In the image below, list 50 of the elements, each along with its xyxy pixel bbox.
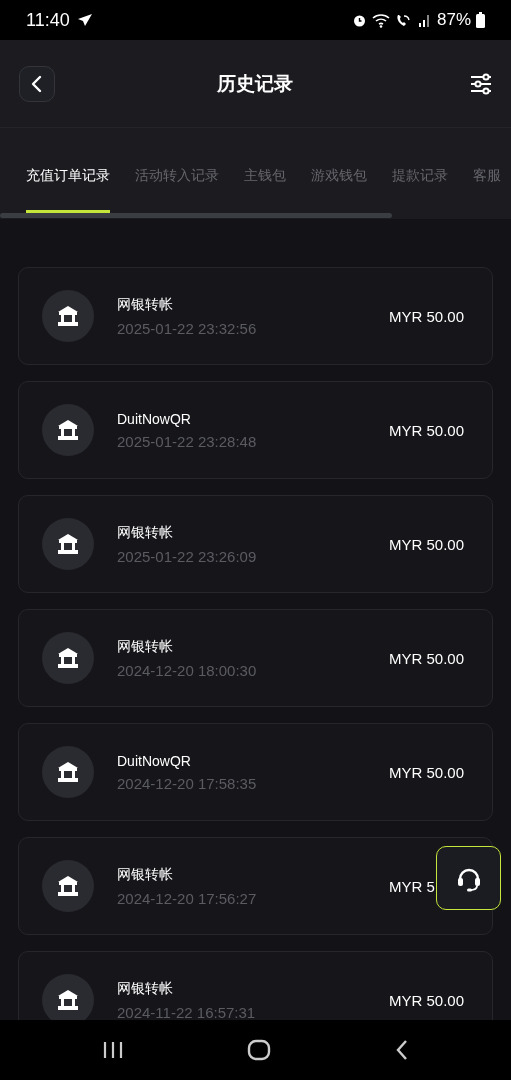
filter-icon[interactable] (470, 72, 492, 95)
signal-icon (417, 12, 432, 28)
record-card[interactable]: 网银转帐 2024-11-22 16:57:31 MYR 50.00 (18, 951, 493, 1020)
record-card[interactable]: DuitNowQR 2025-01-22 23:28:48 MYR 50.00 (18, 381, 493, 479)
tab[interactable]: 充值订单记录 (26, 166, 110, 213)
record-amount: MYR 50.00 (389, 535, 466, 553)
back-button[interactable] (19, 65, 55, 102)
customer-support-button[interactable] (436, 846, 501, 910)
record-amount: MYR 50.00 (389, 763, 466, 781)
payment-method: 网银转帐 (117, 865, 174, 884)
paper-plane-icon (76, 13, 93, 27)
bank-icon (42, 746, 94, 798)
payment-method: DuitNowQR (117, 752, 192, 769)
record-time: 2024-11-22 16:57:31 (117, 1003, 257, 1020)
record-card[interactable]: 网银转帐 2024-12-20 18:00:30 MYR 50.00 (18, 609, 493, 707)
battery-percent: 87% (436, 10, 471, 30)
chevron-left-icon (30, 74, 44, 93)
payment-method: 网银转帐 (117, 637, 174, 656)
payment-method: 网银转帐 (117, 523, 174, 542)
record-time: 2024-12-20 17:56:27 (117, 889, 258, 907)
record-card[interactable]: 网银转帐 2024-12-20 17:56:27 MYR 5 (18, 837, 493, 935)
record-amount: MYR 5 (389, 877, 436, 895)
payment-method: DuitNowQR (117, 410, 192, 427)
payment-method: 网银转帐 (117, 295, 174, 314)
recent-apps-icon[interactable] (101, 1040, 124, 1060)
home-icon[interactable] (246, 1039, 271, 1061)
clock: 11:40 (26, 9, 70, 31)
bank-icon (42, 632, 94, 684)
record-time: 2025-01-22 23:26:09 (117, 547, 258, 565)
record-time: 2024-12-20 18:00:30 (117, 661, 258, 679)
record-time: 2024-12-20 17:58:35 (117, 774, 258, 792)
record-time: 2025-01-22 23:32:56 (117, 319, 258, 337)
bank-icon (42, 974, 94, 1020)
wifi-call-icon (394, 12, 413, 28)
wifi-icon (371, 12, 390, 28)
record-card[interactable]: DuitNowQR 2024-12-20 17:58:35 MYR 50.00 (18, 723, 493, 821)
record-amount: MYR 50.00 (389, 991, 466, 1009)
payment-method: 网银转帐 (117, 979, 174, 998)
record-card[interactable]: 网银转帐 2025-01-22 23:32:56 MYR 50.00 (18, 267, 493, 365)
bank-icon (42, 404, 94, 456)
bank-icon (42, 290, 94, 342)
record-amount: MYR 50.00 (389, 421, 466, 439)
bank-icon (42, 518, 94, 570)
record-amount: MYR 50.00 (389, 649, 466, 667)
page-title: 历史记录 (215, 71, 294, 96)
bank-icon (42, 860, 94, 912)
record-amount: MYR 50.00 (389, 307, 466, 325)
battery-icon (476, 12, 485, 28)
record-card[interactable]: 网银转帐 2025-01-22 23:26:09 MYR 50.00 (18, 495, 493, 593)
record-time: 2025-01-22 23:28:48 (117, 432, 258, 450)
